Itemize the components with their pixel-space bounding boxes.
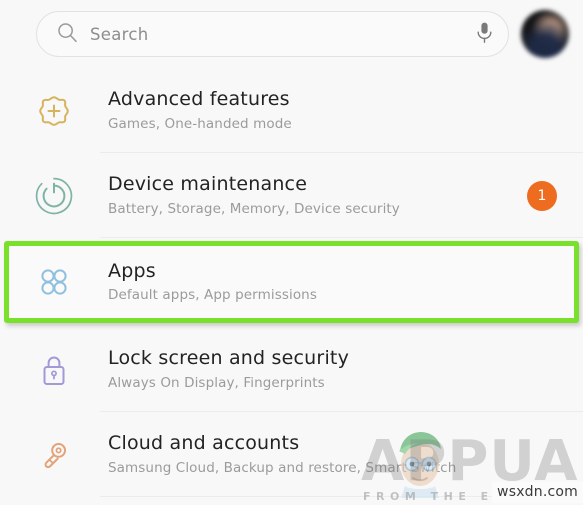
settings-row-text: Lock screen and security Always On Displ… [108,347,583,392]
cloud-accounts-key-icon [28,435,80,475]
settings-row-title: Cloud and accounts [108,432,300,455]
settings-row-subtitle: Always On Display, Fingerprints [108,374,325,391]
device-maintenance-icon [28,176,80,216]
row-divider [100,237,583,238]
settings-row-subtitle: Games, One-handed mode [108,115,292,132]
search-icon [57,22,78,47]
settings-row-title: Apps [108,259,156,282]
settings-row-subtitle: Default apps, App permissions [108,287,317,304]
settings-row-device-maintenance[interactable]: Device maintenance Battery, Storage, Mem… [0,153,583,238]
settings-row-subtitle: Samsung Cloud, Backup and restore, Smart… [108,459,457,476]
apps-icon [28,262,80,302]
search-input[interactable]: Search [36,11,509,57]
settings-row-text: Cloud and accounts Samsung Cloud, Backup… [108,432,583,477]
settings-row-title: Advanced features [108,88,290,111]
settings-row-text: Apps Default apps, App permissions [108,260,574,305]
search-placeholder-text: Search [90,24,149,44]
advanced-features-icon [28,91,80,131]
settings-row-subtitle: Battery, Storage, Memory, Device securit… [108,200,400,217]
settings-row-cloud-and-accounts[interactable]: Cloud and accounts Samsung Cloud, Backup… [0,412,583,497]
settings-row-lock-screen-and-security[interactable]: Lock screen and security Always On Displ… [0,327,583,412]
row-divider [100,496,583,497]
settings-row-advanced-features[interactable]: Advanced features Games, One-handed mode [0,68,583,153]
status-badge: 1 [527,180,557,211]
avatar[interactable] [521,10,569,58]
settings-row-title: Device maintenance [108,173,308,196]
settings-row-apps[interactable]: Apps Default apps, App permissions [4,241,579,323]
settings-list: Advanced features Games, One-handed mode… [0,68,583,497]
settings-screen: Search Advanced features Games, One-hand… [0,0,583,505]
settings-row-text: Advanced features Games, One-handed mode [108,88,583,133]
settings-row-text: Device maintenance Battery, Storage, Mem… [108,173,527,218]
lock-screen-icon [28,350,80,390]
settings-row-title: Lock screen and security [108,347,350,370]
microphone-icon[interactable] [475,21,494,48]
search-header: Search [0,0,583,68]
